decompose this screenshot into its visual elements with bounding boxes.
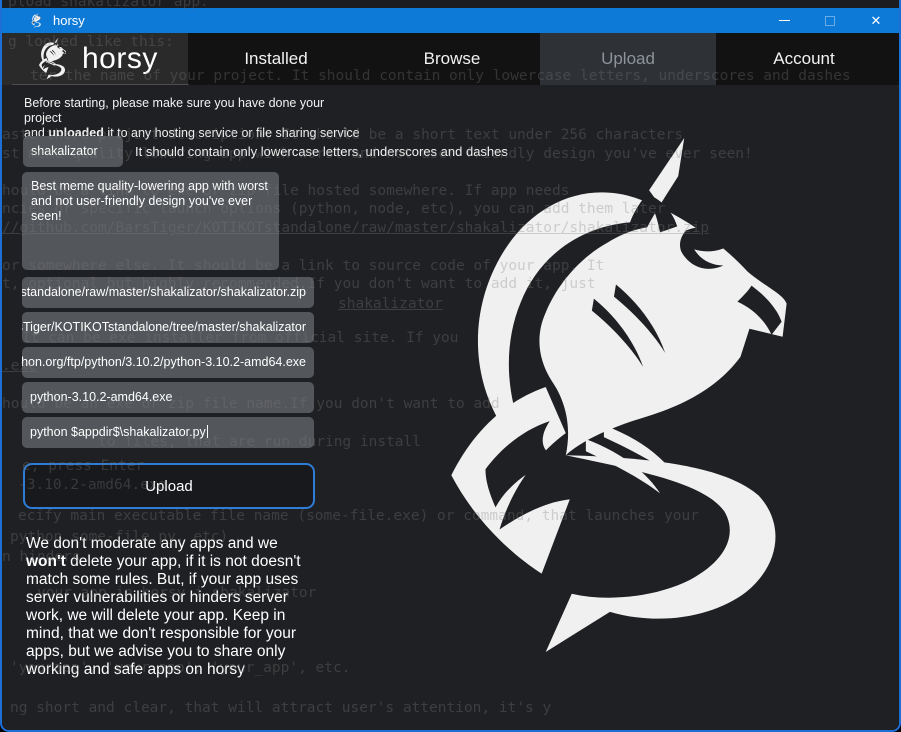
upload-page: Before starting, please make sure you ha… [2,85,899,732]
window-top-edge [2,0,899,8]
dependency-url-input[interactable]: w.python.org/ftp/python/3.10.2/python-3.… [22,347,314,378]
maximize-icon [825,16,835,26]
app-icon-horse [29,13,44,28]
brand-title: horsy [82,42,158,76]
text-caret [207,425,208,438]
close-button[interactable]: ✕ [853,8,899,33]
minimize-button[interactable] [761,8,807,33]
zip-url-input[interactable]: OTIKOTstandalone/raw/master/shakalizator… [22,277,314,308]
close-icon: ✕ [871,14,882,27]
brand: horsy [2,33,188,85]
minimize-icon [779,20,790,21]
intro-text: Before starting, please make sure you ha… [24,96,364,141]
window-controls: ✕ [761,8,899,33]
moderation-disclaimer: We don't moderate any apps and we won't … [26,535,319,679]
run-command-input[interactable]: python $appdir$\shakalizator.py [22,417,314,448]
horsy-app-window: horsy ✕ horsy Installed Browse Upload Ac… [0,0,901,732]
upload-button[interactable]: Upload [23,463,315,509]
titlebar[interactable]: horsy ✕ [2,8,899,33]
window-title: horsy [53,13,85,28]
nav-bar: horsy Installed Browse Upload Account [2,33,899,85]
source-url-input[interactable]: om/BarsTiger/KOTIKOTstandalone/tree/mast… [22,312,314,343]
tab-upload[interactable]: Upload [540,33,716,85]
maximize-button[interactable] [807,8,853,33]
tab-installed[interactable]: Installed [188,33,364,85]
app-name-input[interactable]: shakalizator [23,136,123,167]
tab-browse[interactable]: Browse [364,33,540,85]
tab-account[interactable]: Account [716,33,892,85]
horsy-logo-icon [32,38,74,80]
description-textarea[interactable]: Best meme quality-lowering app with wors… [22,172,279,270]
horsy-logo-watermark [445,138,807,660]
installer-file-input[interactable]: python-3.10.2-amd64.exe [22,382,314,413]
